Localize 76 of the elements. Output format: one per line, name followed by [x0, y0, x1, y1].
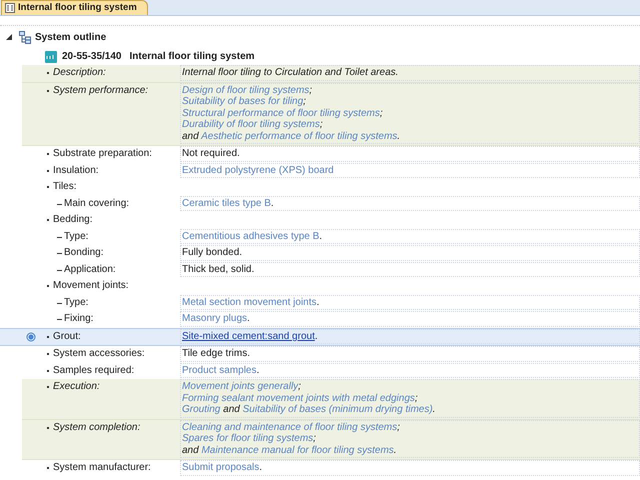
link[interactable]: Forming sealant movement joints with metal edgings	[182, 392, 415, 404]
field-label: Tiles:	[53, 181, 77, 192]
field-label: Samples required:	[53, 364, 134, 376]
value-text: .	[256, 364, 260, 376]
value-text: .	[394, 444, 397, 456]
field-label: Execution:	[53, 381, 100, 392]
link[interactable]: Grouting	[182, 404, 220, 415]
field-label: Bonding:	[64, 247, 104, 258]
field-label: Insulation:	[53, 164, 99, 176]
link[interactable]: Suitability of bases (minimum drying times)	[242, 404, 433, 415]
dash-icon	[57, 236, 62, 238]
field-label: System accessories:	[53, 348, 145, 360]
field-label: Main covering:	[64, 198, 130, 209]
field-label: Type:	[64, 230, 88, 242]
link[interactable]: Cementitious adhesives type B	[182, 230, 320, 242]
field-label: Bedding:	[53, 214, 92, 226]
value-text: .	[314, 330, 318, 342]
outline-tree-icon	[19, 30, 31, 44]
link[interactable]: Durability of floor tiling systems	[182, 119, 320, 130]
value-text: ;	[313, 433, 316, 444]
link[interactable]: Site-mixed cement:sand grout	[182, 330, 315, 342]
field-label: Application:	[64, 264, 116, 275]
link[interactable]: Suitability of bases for tiling	[182, 96, 304, 107]
link[interactable]: Submit proposals	[182, 462, 260, 473]
field-label: Substrate preparation:	[53, 148, 152, 160]
link[interactable]: Aesthetic performance of floor tiling systems	[201, 130, 398, 142]
link[interactable]: Metal section movement joints	[182, 296, 317, 308]
field-label: System performance:	[53, 84, 148, 96]
value-text: ;	[320, 119, 323, 130]
value-text: Fully bonded.	[182, 247, 242, 258]
value-text: Thick bed, solid.	[182, 264, 254, 274]
value-text: .	[270, 198, 274, 208]
link[interactable]: Design of floor tiling systems	[182, 84, 310, 96]
dash-icon	[57, 319, 62, 320]
field-label: System completion:	[53, 422, 140, 433]
field-label: System manufacturer:	[53, 462, 151, 474]
dash-icon	[57, 302, 62, 304]
link[interactable]: Movement joints generally	[182, 381, 298, 392]
field-label: Movement joints:	[53, 280, 129, 292]
value-text: .	[259, 462, 262, 473]
dash-icon	[57, 253, 62, 254]
field-label: Fixing:	[64, 313, 94, 324]
value-text: .	[319, 230, 322, 242]
value-text: .	[247, 313, 250, 324]
document-tab[interactable]: Internal floor tiling system	[1, 0, 148, 15]
value-text: ;	[309, 84, 312, 96]
field-label: Type:	[64, 296, 88, 308]
value-text: ;	[298, 381, 301, 392]
link[interactable]: Structural performance of floor tiling systems	[182, 108, 380, 118]
value-text: and	[182, 444, 200, 456]
link[interactable]: Product samples	[182, 364, 256, 376]
link[interactable]: Masonry plugs	[182, 313, 248, 324]
document-icon	[5, 3, 15, 13]
value-text: Internal floor tiling to Circulation and Toilet areas.	[182, 67, 398, 78]
outline-title: System outline	[35, 30, 106, 44]
system-title: Internal floor tiling system	[130, 50, 255, 64]
link[interactable]: Cleaning and maintenance of floor tiling systems	[182, 422, 398, 432]
system-code: 20-55-35/140	[62, 50, 122, 64]
link[interactable]: Spares for floor tiling systems	[182, 433, 314, 444]
field-label: Description:	[53, 67, 106, 78]
link[interactable]: Maintenance manual for floor tiling systems	[201, 444, 394, 456]
value-text: .	[432, 404, 436, 415]
value-text: ;	[397, 422, 400, 432]
value-text: and	[222, 404, 241, 415]
value-text: Not required.	[182, 148, 240, 159]
value-text: ;	[414, 392, 418, 404]
expand-toggle-icon[interactable]	[6, 34, 12, 40]
field-label: Grout:	[53, 330, 81, 342]
value-text: Tile edge trims.	[182, 348, 250, 359]
value-text: .	[316, 296, 320, 308]
value-text: .	[397, 130, 400, 142]
nbs-logo-icon	[45, 50, 57, 62]
value-text: and	[182, 130, 200, 142]
value-text: ;	[303, 96, 306, 107]
value-text: ;	[380, 108, 383, 118]
link[interactable]: Ceramic tiles type B	[182, 198, 271, 208]
